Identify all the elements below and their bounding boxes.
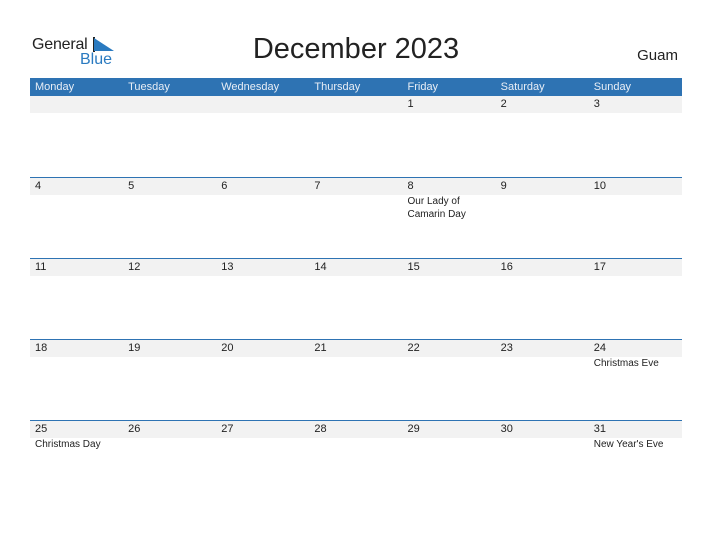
day-cell: 15 bbox=[403, 259, 496, 339]
day-number: 25 bbox=[35, 423, 48, 435]
day-number: 26 bbox=[128, 423, 141, 435]
day-number: 12 bbox=[128, 261, 141, 273]
day-number: 30 bbox=[500, 423, 513, 435]
day-number: 22 bbox=[407, 342, 420, 354]
day-number: 10 bbox=[593, 180, 606, 192]
day-cell: 6 bbox=[216, 178, 309, 258]
day-number: 9 bbox=[500, 180, 507, 192]
day-number: 15 bbox=[407, 261, 420, 273]
week-row: 18 19 20 21 22 23 24 Christmas Eve bbox=[30, 339, 682, 420]
day-cell: 27 bbox=[216, 421, 309, 501]
day-cell: 12 bbox=[123, 259, 216, 339]
day-number bbox=[221, 96, 309, 113]
day-number bbox=[35, 96, 123, 113]
week-row: 1 2 3 bbox=[30, 96, 682, 177]
day-cell bbox=[30, 96, 123, 177]
calendar-grid: Monday Tuesday Wednesday Thursday Friday… bbox=[30, 78, 682, 501]
day-cell: 2 bbox=[496, 96, 589, 177]
holiday-label: Christmas Day bbox=[35, 439, 101, 450]
day-number: 28 bbox=[314, 423, 327, 435]
week-row: 25 Christmas Day 26 27 28 29 30 31 New Year's Ev… bbox=[30, 420, 682, 501]
day-cell: 25 Christmas Day bbox=[30, 421, 123, 501]
day-number: 17 bbox=[593, 261, 606, 273]
weekday-saturday: Saturday bbox=[500, 81, 545, 93]
day-number bbox=[314, 96, 402, 113]
day-cell: 5 bbox=[123, 178, 216, 258]
day-cell: 22 bbox=[403, 340, 496, 420]
week-row: 11 12 13 14 15 16 17 bbox=[30, 258, 682, 339]
day-cell: 20 bbox=[216, 340, 309, 420]
day-cell: 8 Our Lady of Camarin Day bbox=[403, 178, 496, 258]
region-label: Guam bbox=[637, 47, 678, 64]
week-cells: 4 5 6 7 8 Our Lady of Camarin Day 9 10 bbox=[30, 178, 682, 258]
day-number: 4 bbox=[35, 180, 42, 192]
weekday-thursday: Thursday bbox=[314, 81, 361, 93]
holiday-label: Our Lady of Camarin Day bbox=[407, 196, 466, 220]
day-cell: 30 bbox=[496, 421, 589, 501]
day-cell: 23 bbox=[496, 340, 589, 420]
day-cell bbox=[309, 96, 402, 177]
day-number: 11 bbox=[35, 261, 47, 273]
day-cell: 13 bbox=[216, 259, 309, 339]
day-cell: 9 bbox=[496, 178, 589, 258]
week-cells: 18 19 20 21 22 23 24 Christmas Eve bbox=[30, 340, 682, 420]
week-cells: 25 Christmas Day 26 27 28 29 30 31 New Year's Ev… bbox=[30, 421, 682, 501]
weekday-sunday: Sunday bbox=[593, 81, 632, 93]
day-number: 8 bbox=[407, 180, 414, 192]
weekday-tuesday: Tuesday bbox=[128, 81, 170, 93]
day-number: 16 bbox=[500, 261, 513, 273]
day-cell: 10 bbox=[589, 178, 682, 258]
weekday-wednesday: Wednesday bbox=[221, 81, 280, 93]
day-cell: 18 bbox=[30, 340, 123, 420]
day-number: 18 bbox=[35, 342, 48, 354]
day-cell bbox=[216, 96, 309, 177]
day-cell: 14 bbox=[309, 259, 402, 339]
day-number: 14 bbox=[314, 261, 327, 273]
day-number: 5 bbox=[128, 180, 135, 192]
day-cell: 11 bbox=[30, 259, 123, 339]
holiday-label: Christmas Eve bbox=[593, 358, 659, 369]
day-number: 23 bbox=[500, 342, 513, 354]
day-number: 27 bbox=[221, 423, 234, 435]
day-number: 3 bbox=[593, 98, 600, 110]
day-number: 7 bbox=[314, 180, 321, 192]
day-cell: 24 Christmas Eve bbox=[589, 340, 682, 420]
day-cell: 1 bbox=[403, 96, 496, 177]
day-cell: 19 bbox=[123, 340, 216, 420]
weekday-monday: Monday bbox=[35, 81, 75, 93]
day-number bbox=[128, 96, 216, 113]
day-cell: 29 bbox=[403, 421, 496, 501]
day-cell: 31 New Year's Eve bbox=[589, 421, 682, 501]
day-cell: 28 bbox=[309, 421, 402, 501]
weekday-friday: Friday bbox=[407, 81, 439, 93]
day-cell: 16 bbox=[496, 259, 589, 339]
week-row: 4 5 6 7 8 Our Lady of Camarin Day 9 10 bbox=[30, 177, 682, 258]
calendar-title: December 2023 bbox=[252, 33, 460, 65]
day-number: 2 bbox=[500, 98, 507, 110]
day-number: 24 bbox=[593, 342, 606, 354]
week-cells: 11 12 13 14 15 16 17 bbox=[30, 259, 682, 339]
day-number: 20 bbox=[221, 342, 234, 354]
day-cell: 21 bbox=[309, 340, 402, 420]
day-cell: 3 bbox=[589, 96, 682, 177]
day-cell: 4 bbox=[30, 178, 123, 258]
week-cells: 1 2 3 bbox=[30, 96, 682, 177]
day-number: 31 bbox=[593, 423, 606, 435]
day-number: 29 bbox=[407, 423, 420, 435]
holiday-label: New Year's Eve bbox=[593, 439, 664, 450]
day-number: 19 bbox=[128, 342, 141, 354]
day-cell: 17 bbox=[589, 259, 682, 339]
day-number: 1 bbox=[407, 98, 414, 110]
day-number: 21 bbox=[314, 342, 327, 354]
day-cell: 26 bbox=[123, 421, 216, 501]
day-number: 13 bbox=[221, 261, 234, 273]
weekday-header: Monday Tuesday Wednesday Thursday Friday… bbox=[30, 78, 682, 96]
day-cell bbox=[123, 96, 216, 177]
day-number: 6 bbox=[221, 180, 228, 192]
day-cell: 7 bbox=[309, 178, 402, 258]
